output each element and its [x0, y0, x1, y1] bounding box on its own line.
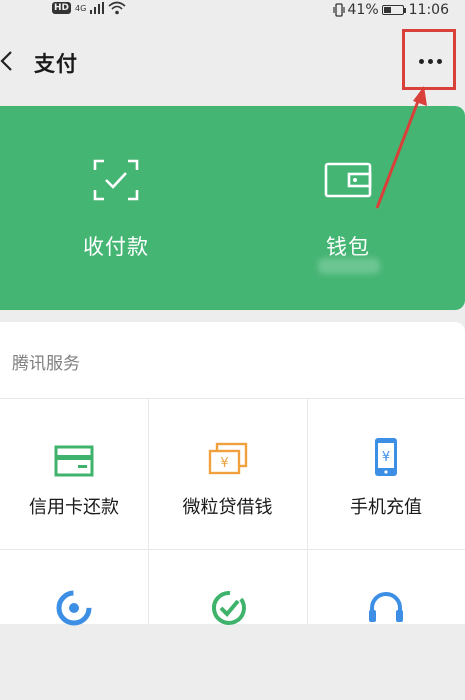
credit-card-icon: [54, 445, 94, 477]
status-left: HD 4G: [52, 1, 126, 15]
service-loan[interactable]: ¥ 微粒贷借钱: [148, 399, 307, 549]
clock: 11:06: [408, 2, 449, 18]
battery-fill: [383, 7, 391, 13]
dot-icon: [436, 58, 442, 64]
scan-qr-icon: [93, 159, 139, 201]
vibrate-icon: [332, 3, 345, 17]
blurred-balance: [318, 258, 380, 274]
service-label: 手机充值: [350, 497, 422, 518]
wallet-button[interactable]: 钱包: [232, 106, 464, 310]
service-label: 微粒贷借钱: [182, 497, 273, 518]
service-item[interactable]: [0, 550, 148, 700]
service-label: 信用卡还款: [29, 497, 119, 518]
money-notes-icon: ¥: [208, 442, 247, 475]
nav-header: 支付: [0, 24, 465, 100]
battery-percent: 41%: [347, 2, 379, 18]
wallet-label: 钱包: [326, 235, 370, 259]
signal-icon: [90, 2, 105, 14]
page-title: 支付: [34, 52, 78, 76]
back-arrow-icon[interactable]: [0, 50, 14, 72]
service-item[interactable]: [307, 550, 465, 700]
headset-icon: [369, 592, 403, 622]
wallet-card: 收付款 钱包: [0, 106, 465, 310]
phone-yuan-icon: ¥: [375, 438, 397, 476]
refresh-icon: [56, 590, 92, 626]
service-credit-card-repay[interactable]: 信用卡还款: [0, 399, 148, 549]
status-bar: HD 4G 41% 11:06: [0, 0, 465, 24]
network-type: 4G: [75, 3, 87, 13]
battery-icon: [381, 5, 406, 15]
tencent-services-panel: 腾讯服务 信用卡还款 ¥ 微粒贷借钱 ¥ 手机充值: [0, 322, 465, 626]
service-item[interactable]: [148, 550, 307, 700]
check-leaf-icon: [211, 590, 246, 625]
section-title: 腾讯服务: [12, 354, 80, 374]
more-options-button[interactable]: [412, 46, 448, 76]
service-mobile-topup[interactable]: ¥ 手机充值: [307, 399, 465, 549]
hd-badge: HD: [52, 2, 72, 14]
receive-pay-button[interactable]: 收付款: [0, 106, 232, 310]
dot-icon: [418, 58, 424, 64]
svg-text:¥: ¥: [382, 450, 390, 465]
wallet-icon: [324, 162, 372, 198]
wifi-icon: [108, 1, 126, 15]
receive-pay-label: 收付款: [83, 235, 149, 259]
dot-icon: [427, 58, 433, 64]
status-right: 41% 11:06: [332, 2, 449, 18]
svg-text:¥: ¥: [220, 456, 228, 471]
